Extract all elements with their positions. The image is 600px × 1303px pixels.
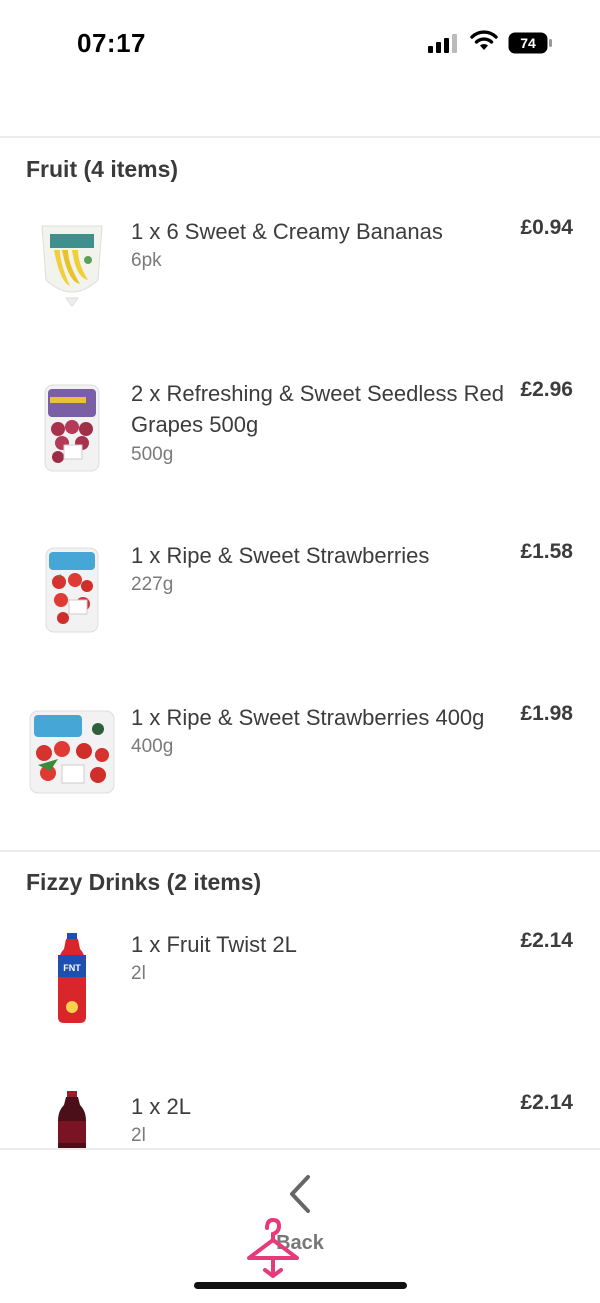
list-item[interactable]: 2 x Refreshing & Sweet Seedless Red Grap… <box>0 378 600 518</box>
hanger-icon <box>247 1218 299 1278</box>
dr-pepper-bottle-icon <box>28 1091 116 1148</box>
list-item[interactable]: FNT 1 x Fruit Twist 2L 2l £2.14 <box>0 929 600 1069</box>
status-time: 07:17 <box>77 28 146 58</box>
fanta-bottle-icon: FNT <box>28 929 116 1029</box>
item-name: 1 x 2L <box>131 1094 191 1119</box>
order-items-list[interactable]: Fruit (4 items) 1 x 6 Sweet & Creamy Ban… <box>0 90 600 1148</box>
grapes-icon <box>28 378 116 478</box>
list-item[interactable]: 1 x 2L 2l £2.14 <box>0 1091 600 1148</box>
battery-level: 74 <box>520 35 536 51</box>
item-size: 500g <box>131 444 174 465</box>
section-title-fruit: Fruit (4 items) <box>26 156 179 182</box>
section-divider <box>0 850 600 852</box>
svg-text:FNT: FNT <box>63 963 81 973</box>
cellular-signal-icon <box>428 34 457 53</box>
wifi-icon <box>470 30 498 50</box>
item-price: £2.96 <box>520 378 573 401</box>
list-item[interactable]: 1 x Ripe & Sweet Strawberries 400g 400g … <box>0 702 600 842</box>
bananas-icon <box>28 216 116 316</box>
section-title-fizzy-drinks: Fizzy Drinks (2 items) <box>26 869 262 895</box>
item-price: £1.58 <box>520 540 573 563</box>
chevron-left-icon <box>290 1175 310 1213</box>
item-name: 1 x Ripe & Sweet Strawberries <box>131 543 430 568</box>
item-price: £0.94 <box>520 216 573 239</box>
strawberries-icon <box>28 540 116 640</box>
bottom-bar: Back <box>0 1148 600 1303</box>
item-size: 227g <box>131 574 174 595</box>
list-item[interactable]: 1 x 6 Sweet & Creamy Bananas 6pk £0.94 <box>0 216 600 356</box>
item-price: £2.14 <box>520 929 573 952</box>
item-size: 2l <box>131 1125 146 1146</box>
section-divider <box>0 136 600 138</box>
status-bar: 07:17 74 <box>0 0 600 90</box>
item-price: £2.14 <box>520 1091 573 1114</box>
item-size: 6pk <box>131 250 162 271</box>
item-size: 400g <box>131 736 174 757</box>
item-size: 2l <box>131 963 146 984</box>
item-price: £1.98 <box>520 702 573 725</box>
strawberries-400g-icon <box>28 702 116 802</box>
item-name: 1 x 6 Sweet & Creamy Bananas <box>131 219 443 244</box>
battery-icon: 74 <box>508 32 552 54</box>
home-indicator[interactable] <box>194 1282 407 1289</box>
list-item[interactable]: 1 x Ripe & Sweet Strawberries 227g £1.58 <box>0 540 600 680</box>
item-name: 1 x Fruit Twist 2L <box>131 932 297 957</box>
item-name: 2 x Refreshing & Sweet Seedless Red Grap… <box>131 381 504 437</box>
item-name: 1 x Ripe & Sweet Strawberries 400g <box>131 705 485 730</box>
